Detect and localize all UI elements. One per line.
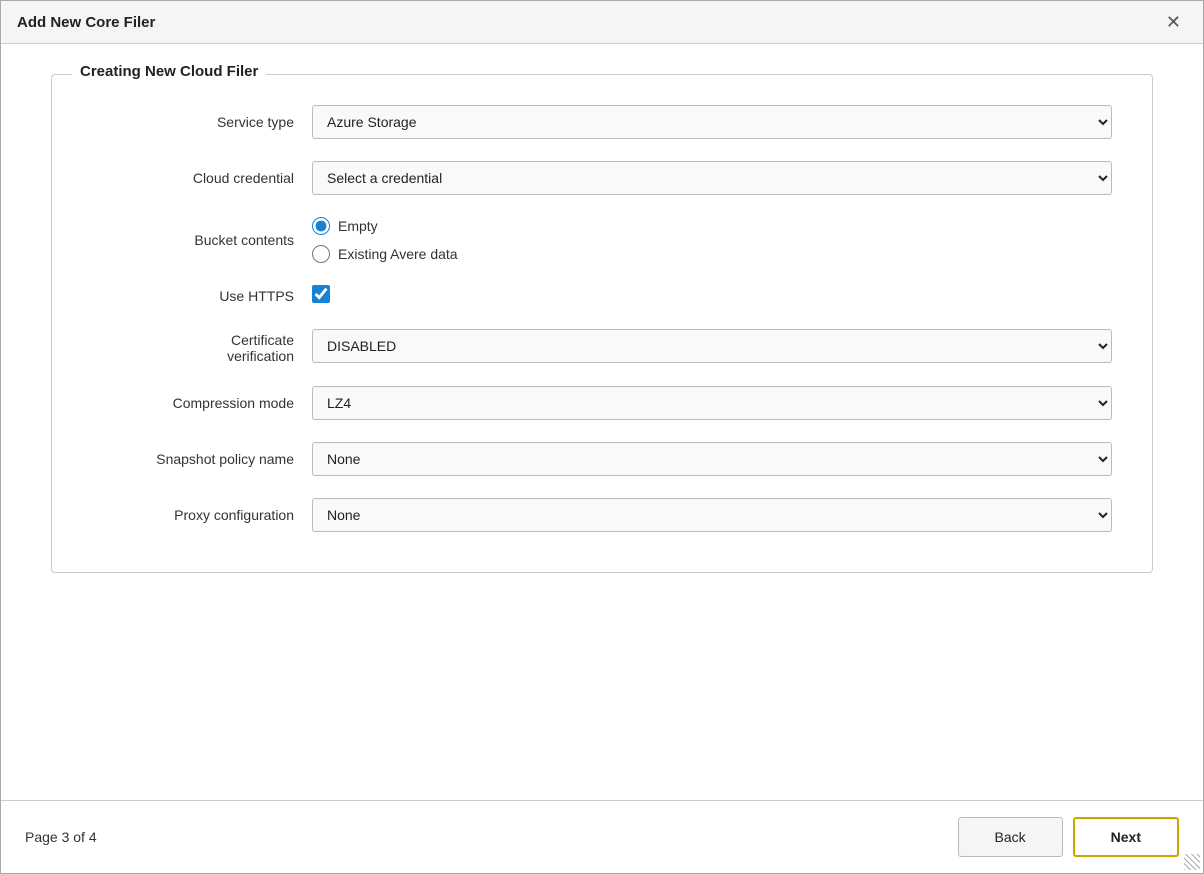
compression-mode-control: LZ4 None LZF ZLIB: [312, 386, 1112, 420]
cloud-credential-label: Cloud credential: [92, 170, 312, 186]
add-core-filer-dialog: Add New Core Filer ✕ Creating New Cloud …: [0, 0, 1204, 874]
bucket-contents-existing-radio[interactable]: [312, 245, 330, 263]
service-type-label: Service type: [92, 114, 312, 130]
dialog-body: Creating New Cloud Filer Service type Az…: [1, 44, 1203, 800]
bucket-contents-empty-label: Empty: [338, 218, 378, 234]
bucket-contents-control: Empty Existing Avere data: [312, 217, 1112, 263]
section-title: Creating New Cloud Filer: [72, 63, 266, 80]
bucket-contents-row: Bucket contents Empty Existing Avere dat…: [92, 217, 1112, 263]
use-https-checkbox[interactable]: [312, 285, 330, 303]
cloud-credential-row: Cloud credential Select a credential: [92, 161, 1112, 195]
compression-mode-label: Compression mode: [92, 395, 312, 411]
snapshot-policy-row: Snapshot policy name None: [92, 442, 1112, 476]
snapshot-policy-label: Snapshot policy name: [92, 451, 312, 467]
dialog-titlebar: Add New Core Filer ✕: [1, 1, 1203, 44]
footer-buttons: Back Next: [958, 817, 1179, 857]
bucket-contents-empty-radio[interactable]: [312, 217, 330, 235]
resize-handle: [1184, 854, 1200, 870]
bucket-contents-existing-label: Existing Avere data: [338, 246, 458, 262]
page-info: Page 3 of 4: [25, 829, 97, 845]
compression-mode-row: Compression mode LZ4 None LZF ZLIB: [92, 386, 1112, 420]
service-type-select[interactable]: Azure Storage Amazon S3 Google Cloud Sto…: [312, 105, 1112, 139]
bucket-contents-empty-option[interactable]: Empty: [312, 217, 1112, 235]
cert-verification-row: Certificateverification DISABLED ENABLED: [92, 328, 1112, 364]
snapshot-policy-select[interactable]: None: [312, 442, 1112, 476]
use-https-control: [312, 285, 1112, 306]
proxy-config-control: None: [312, 498, 1112, 532]
close-button[interactable]: ✕: [1160, 11, 1187, 33]
next-button[interactable]: Next: [1073, 817, 1179, 857]
service-type-control: Azure Storage Amazon S3 Google Cloud Sto…: [312, 105, 1112, 139]
dialog-footer: Page 3 of 4 Back Next: [1, 800, 1203, 873]
use-https-row: Use HTTPS: [92, 285, 1112, 306]
proxy-config-label: Proxy configuration: [92, 507, 312, 523]
section-box: Creating New Cloud Filer Service type Az…: [51, 74, 1153, 573]
cloud-credential-select[interactable]: Select a credential: [312, 161, 1112, 195]
bucket-contents-label: Bucket contents: [92, 232, 312, 248]
back-button[interactable]: Back: [958, 817, 1063, 857]
use-https-label: Use HTTPS: [92, 288, 312, 304]
service-type-row: Service type Azure Storage Amazon S3 Goo…: [92, 105, 1112, 139]
cert-verification-control: DISABLED ENABLED: [312, 329, 1112, 363]
cert-verification-select[interactable]: DISABLED ENABLED: [312, 329, 1112, 363]
bucket-contents-existing-option[interactable]: Existing Avere data: [312, 245, 1112, 263]
proxy-config-select[interactable]: None: [312, 498, 1112, 532]
compression-mode-select[interactable]: LZ4 None LZF ZLIB: [312, 386, 1112, 420]
cert-verification-label: Certificateverification: [92, 328, 312, 364]
dialog-title: Add New Core Filer: [17, 14, 155, 31]
proxy-config-row: Proxy configuration None: [92, 498, 1112, 532]
cloud-credential-control: Select a credential: [312, 161, 1112, 195]
snapshot-policy-control: None: [312, 442, 1112, 476]
